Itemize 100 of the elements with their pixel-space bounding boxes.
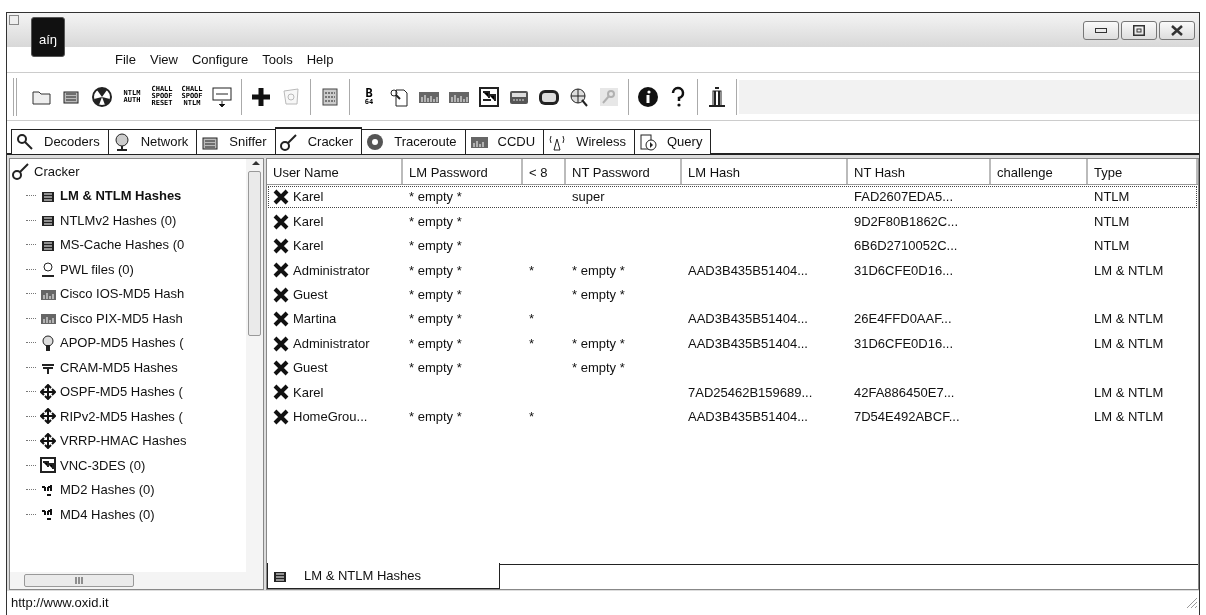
menu-item[interactable]: View bbox=[149, 49, 178, 69]
table-cell-text: Karel bbox=[293, 188, 324, 207]
document-play-icon bbox=[639, 133, 657, 151]
table-cell: * empty * bbox=[409, 262, 462, 278]
key-icon bbox=[279, 132, 298, 151]
table-cell: AAD3B435B51404... bbox=[688, 408, 808, 424]
cross-icon bbox=[273, 408, 289, 425]
tree-item[interactable]: VNC-3DES (0) bbox=[60, 455, 146, 475]
info-icon[interactable] bbox=[637, 85, 659, 108]
table-cell: LM & NTLM bbox=[1094, 384, 1164, 400]
table-cell: NTLM bbox=[1094, 189, 1130, 205]
toolbar-grip bbox=[13, 77, 17, 116]
table-cell-text: Administrator bbox=[293, 261, 370, 280]
maximize-button[interactable] bbox=[1121, 20, 1157, 40]
tab[interactable]: Sniffer bbox=[196, 129, 276, 154]
tower-icon[interactable] bbox=[706, 85, 728, 108]
cross-icon bbox=[273, 286, 289, 303]
menu-item[interactable]: Tools bbox=[262, 49, 293, 69]
focused-row[interactable]: Karel * empty * super FAD2607EDA5... NTLM bbox=[267, 185, 1198, 210]
system-menu-icon[interactable] bbox=[9, 15, 19, 25]
table-cell-text: Guest bbox=[293, 359, 328, 378]
column-header[interactable]: < 8 bbox=[523, 159, 566, 184]
vnc-icon[interactable] bbox=[478, 85, 500, 108]
table-cell: 42FA886450E7... bbox=[854, 384, 955, 400]
tree-item[interactable]: OSPF-MD5 Hashes ( bbox=[60, 382, 183, 402]
tab[interactable]: Query bbox=[634, 129, 712, 154]
minimize-button[interactable] bbox=[1083, 20, 1119, 40]
table-cell-text: Karel bbox=[293, 383, 324, 402]
globe-icon bbox=[112, 133, 131, 151]
table-cell-text: Martina bbox=[293, 310, 337, 329]
tree-item[interactable]: CRAM-MD5 Hashes bbox=[60, 357, 178, 377]
close-button[interactable] bbox=[1159, 20, 1195, 40]
tree-item[interactable]: MS-Cache Hashes (0 bbox=[60, 235, 185, 255]
table-cell-text: Guest bbox=[293, 286, 328, 304]
scroll-thumb[interactable] bbox=[24, 574, 134, 587]
table-cell: * empty * bbox=[409, 360, 462, 376]
cross-icon bbox=[273, 213, 289, 230]
monitor-download-icon[interactable] bbox=[211, 85, 233, 108]
tree-item[interactable]: Cisco IOS-MD5 Hash bbox=[60, 284, 185, 304]
tab[interactable]: Traceroute bbox=[361, 129, 466, 154]
cross-icon bbox=[273, 237, 289, 254]
table-cell: * empty * bbox=[572, 335, 625, 351]
table-cell: * empty * bbox=[572, 262, 625, 278]
column-header[interactable]: Type bbox=[1088, 159, 1198, 184]
status-text: http://www.oxid.it bbox=[11, 594, 109, 613]
column-header[interactable]: NT Password bbox=[566, 159, 682, 184]
column-header[interactable]: challenge bbox=[991, 159, 1088, 184]
table-cell: AAD3B435B51404... bbox=[688, 335, 808, 351]
table-cell: NTLM bbox=[1094, 213, 1130, 229]
tree-item[interactable]: LM & NTLM Hashes bbox=[60, 186, 182, 206]
table-cell: AAD3B435B51404... bbox=[688, 262, 808, 278]
antenna-icon bbox=[548, 133, 567, 151]
scroll-thumb[interactable] bbox=[248, 171, 261, 336]
tree-item[interactable]: MD2 Hashes (0) bbox=[60, 480, 155, 500]
table-cell: * empty * bbox=[409, 287, 462, 302]
table-cell-text: Administrator bbox=[293, 334, 370, 353]
tree-item[interactable]: Cisco PIX-MD5 Hash bbox=[60, 308, 183, 328]
radiation-icon[interactable] bbox=[91, 85, 113, 108]
tab[interactable]: Wireless bbox=[543, 129, 635, 154]
tree-item[interactable]: Cracker bbox=[12, 159, 246, 184]
cross-icon bbox=[273, 359, 289, 376]
table-cell: AAD3B435B51404... bbox=[688, 311, 808, 327]
move-arrows-icon bbox=[40, 408, 56, 425]
table-cell-text: HomeGrou... bbox=[293, 407, 368, 426]
table-cell-text: Karel bbox=[293, 237, 324, 256]
table-cell: 9D2F80B1862C... bbox=[854, 213, 959, 229]
resize-grip-icon[interactable] bbox=[1185, 596, 1199, 610]
grid-icon[interactable] bbox=[319, 85, 341, 108]
horizontal-scrollbar[interactable] bbox=[10, 572, 263, 589]
vertical-scrollbar[interactable] bbox=[246, 159, 263, 572]
menu-item[interactable]: Configure bbox=[191, 49, 249, 69]
column-header[interactable]: User Name bbox=[267, 159, 403, 184]
tree-item[interactable]: VRRP-HMAC Hashes bbox=[60, 431, 187, 451]
table-cell: * empty * bbox=[409, 311, 462, 327]
tree-item[interactable]: NTLMv2 Hashes (0) bbox=[60, 210, 177, 230]
add-icon[interactable] bbox=[250, 85, 272, 108]
menu-item[interactable]: Help bbox=[306, 49, 334, 69]
table-cell: super bbox=[572, 189, 605, 205]
menu-item[interactable]: File bbox=[115, 49, 136, 69]
table-cell: NTLM bbox=[1094, 238, 1130, 254]
table-cell: * bbox=[529, 262, 535, 278]
tree-item[interactable]: RIPv2-MD5 Hashes ( bbox=[60, 406, 183, 426]
table-cell: * empty * bbox=[409, 238, 462, 254]
tab[interactable]: CCDU bbox=[464, 129, 545, 154]
close-icon bbox=[1171, 24, 1183, 36]
globe-icon[interactable] bbox=[568, 85, 590, 108]
tab[interactable]: Cracker bbox=[274, 127, 363, 154]
column-header[interactable]: LM Password bbox=[403, 159, 523, 184]
column-header[interactable]: NT Hash bbox=[848, 159, 991, 184]
minimize-icon bbox=[1095, 27, 1107, 33]
column-header[interactable]: LM Hash bbox=[682, 159, 848, 184]
move-arrows-icon bbox=[40, 432, 56, 449]
table-cell: 31D6CFE0D16... bbox=[854, 262, 953, 278]
table-cell: 26E4FFD0AAF... bbox=[854, 311, 952, 327]
tree-item[interactable]: PWL files (0) bbox=[60, 259, 134, 279]
tree-item[interactable]: APOP-MD5 Hashes ( bbox=[60, 333, 184, 353]
tree-item[interactable]: MD4 Hashes (0) bbox=[60, 504, 155, 524]
tab[interactable]: Decoders bbox=[11, 129, 109, 154]
tab[interactable]: LM & NTLM Hashes bbox=[267, 563, 500, 589]
tab[interactable]: Network bbox=[107, 129, 198, 154]
